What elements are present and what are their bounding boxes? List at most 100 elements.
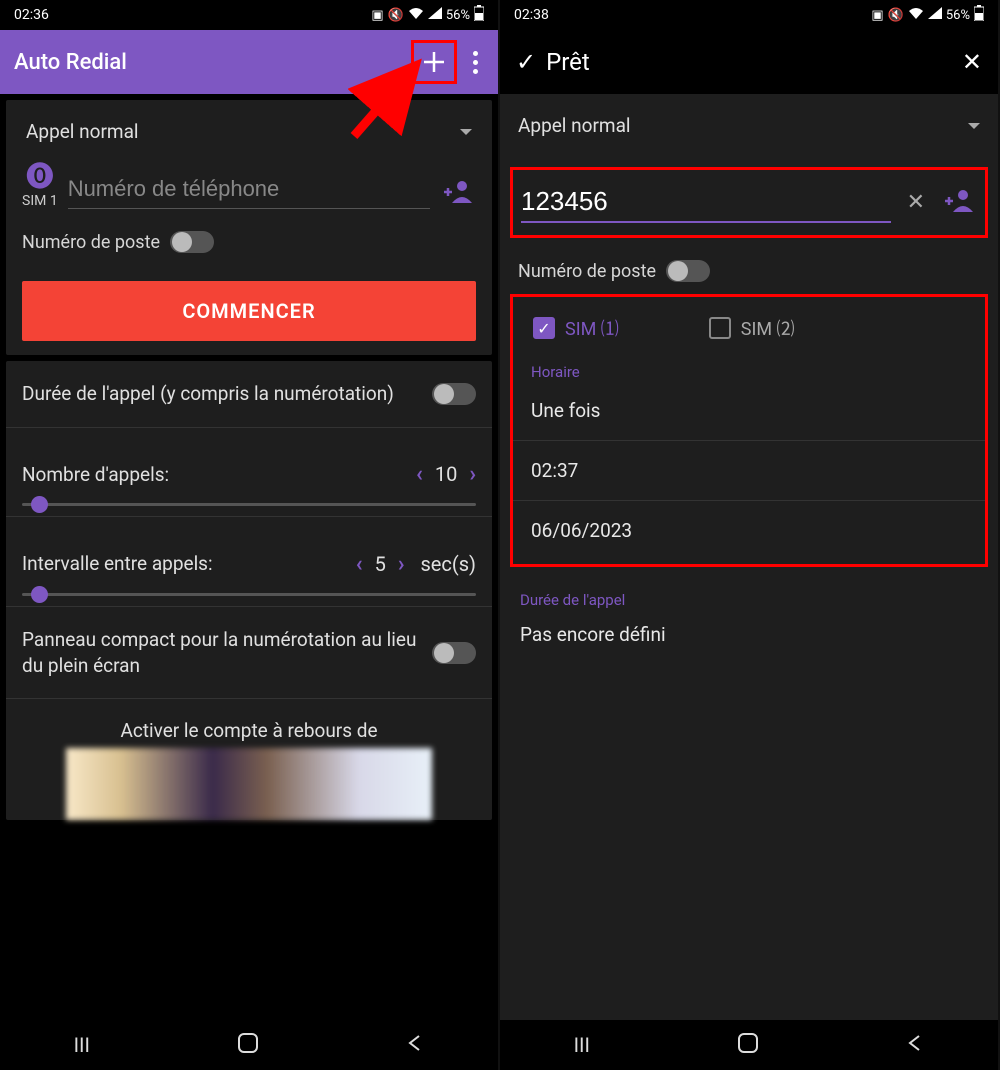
calls-count-slider[interactable] [22, 503, 476, 506]
phone-number-input[interactable] [68, 170, 430, 209]
recents-button[interactable]: III [574, 1033, 590, 1057]
signal-icon [928, 7, 942, 23]
mute-icon: 🔇 [388, 8, 404, 23]
clear-input-button[interactable]: ✕ [901, 190, 931, 215]
header-title: Prêt [546, 48, 952, 76]
extension-label: Numéro de poste [518, 261, 656, 282]
status-bar: 02:36 ▣ 🔇 56% [0, 0, 498, 30]
mute-icon: 🔇 [888, 8, 904, 23]
battery-percent: 56% [946, 8, 970, 23]
calls-count-label: Nombre d'appels: [22, 462, 402, 488]
schedule-block: ✓ SIM ⑴ SIM ⑵ Horaire Une fois 02:37 06/… [510, 294, 988, 567]
recents-button[interactable]: III [74, 1033, 90, 1057]
extension-switch[interactable] [666, 260, 710, 282]
sim2-label: SIM ⑵ [741, 315, 795, 341]
wifi-icon [408, 7, 424, 23]
duration-section-label: Durée de l'appel [500, 575, 998, 609]
status-bar: 02:38 ▣ 🔇 56% [500, 0, 998, 30]
add-contact-button[interactable] [941, 188, 977, 218]
interval-block: Intervalle entre appels: ‹ 5 › sec(s) [6, 517, 492, 606]
interval-stepper[interactable]: ‹ 5 › sec(s) [356, 552, 476, 577]
status-icons: ▣ 🔇 56% [371, 5, 484, 25]
interval-unit: sec(s) [420, 552, 476, 576]
chevron-right-icon[interactable]: › [469, 462, 476, 487]
close-button[interactable]: ✕ [962, 48, 982, 76]
edit-body: Appel normal ✕ Numéro de poste ✓ SIM ⑴ [500, 94, 998, 1020]
sim-selector[interactable]: 🄌 SIM 1 [22, 163, 58, 209]
duration-value-row[interactable]: Pas encore défini [500, 609, 998, 666]
extension-switch[interactable] [170, 231, 214, 253]
confirm-button[interactable]: ✓ [516, 48, 536, 76]
call-duration-row: Durée de l'appel (y compris la numérotat… [6, 361, 492, 428]
interval-slider[interactable] [22, 593, 476, 596]
chevron-left-icon[interactable]: ‹ [416, 462, 423, 487]
app-bar: Auto Redial [0, 30, 498, 94]
app-body: Appel normal 🄌 SIM 1 Numéro de poste COM… [0, 94, 498, 1020]
battery-icon [474, 5, 484, 25]
calls-count-block: Nombre d'appels: ‹ 10 › [6, 428, 492, 517]
interval-label: Intervalle entre appels: [22, 551, 342, 577]
settings-card: Durée de l'appel (y compris la numérotat… [6, 361, 492, 820]
chevron-down-icon [968, 123, 980, 129]
sim2-option[interactable]: SIM ⑵ [709, 315, 795, 341]
start-button[interactable]: COMMENCER [22, 281, 476, 341]
status-time: 02:38 [514, 7, 549, 23]
screen-right: 02:38 ▣ 🔇 56% ✓ Prêt ✕ Appel normal [500, 0, 1000, 1070]
status-time: 02:36 [14, 7, 49, 23]
home-button[interactable] [737, 1032, 759, 1059]
compact-panel-row: Panneau compact pour la numérotation au … [6, 607, 492, 699]
calls-count-value: 10 [435, 462, 457, 486]
checkbox-checked-icon: ✓ [533, 317, 555, 339]
status-icons: ▣ 🔇 56% [871, 5, 984, 25]
call-duration-label: Durée de l'appel (y compris la numérotat… [22, 381, 418, 407]
slider-thumb[interactable] [31, 496, 48, 513]
edit-header: ✓ Prêt ✕ [500, 30, 998, 94]
home-button[interactable] [237, 1032, 259, 1059]
checkbox-empty-icon [709, 317, 731, 339]
sim-select-row: ✓ SIM ⑴ SIM ⑵ [513, 297, 985, 355]
extension-toggle-row: Numéro de poste [22, 231, 476, 253]
sim1-option[interactable]: ✓ SIM ⑴ [533, 315, 619, 341]
phone-input-row: 🄌 SIM 1 [22, 163, 476, 209]
calls-count-stepper[interactable]: ‹ 10 › [416, 462, 476, 487]
sim-label: SIM 1 [22, 193, 58, 209]
compact-panel-switch[interactable] [432, 642, 476, 664]
slider-thumb[interactable] [31, 586, 48, 603]
battery-saver-icon: ▣ [871, 8, 883, 23]
chevron-right-icon[interactable]: › [398, 552, 405, 577]
extension-toggle-row: Numéro de poste [500, 238, 998, 294]
call-duration-switch[interactable] [432, 383, 476, 405]
schedule-date-row[interactable]: 06/06/2023 [513, 501, 985, 560]
back-button[interactable] [906, 1033, 924, 1057]
call-type-dropdown[interactable]: Appel normal [500, 102, 998, 149]
ad-banner[interactable] [66, 748, 432, 820]
call-type-label: Appel normal [518, 114, 631, 137]
battery-percent: 56% [446, 8, 470, 23]
app-title: Auto Redial [14, 50, 401, 75]
interval-value: 5 [375, 552, 386, 576]
screen-left: 02:36 ▣ 🔇 56% Auto Redial [0, 0, 500, 1070]
battery-saver-icon: ▣ [371, 8, 383, 23]
sim1-label: SIM ⑴ [565, 315, 619, 341]
schedule-time-row[interactable]: 02:37 [513, 441, 985, 501]
schedule-section-label: Horaire [513, 355, 985, 381]
signal-icon [428, 7, 442, 23]
android-nav-bar: III [0, 1020, 498, 1070]
chevron-down-icon [460, 129, 472, 135]
android-nav-bar: III [500, 1020, 998, 1070]
phone-input-row: ✕ [510, 167, 988, 238]
overflow-menu-button[interactable] [467, 51, 484, 74]
sim-icon: 🄌 [26, 163, 54, 191]
extension-label: Numéro de poste [22, 232, 160, 253]
call-type-label: Appel normal [26, 120, 139, 143]
schedule-mode-row[interactable]: Une fois [513, 381, 985, 441]
add-button[interactable] [411, 40, 457, 84]
countdown-label: Activer le compte à rebours de [6, 699, 492, 748]
add-contact-button[interactable] [440, 179, 476, 209]
back-button[interactable] [406, 1033, 424, 1057]
main-card: Appel normal 🄌 SIM 1 Numéro de poste COM… [6, 100, 492, 355]
call-type-dropdown[interactable]: Appel normal [22, 114, 476, 153]
wifi-icon [908, 7, 924, 23]
chevron-left-icon[interactable]: ‹ [356, 552, 363, 577]
phone-number-input[interactable] [521, 182, 891, 223]
